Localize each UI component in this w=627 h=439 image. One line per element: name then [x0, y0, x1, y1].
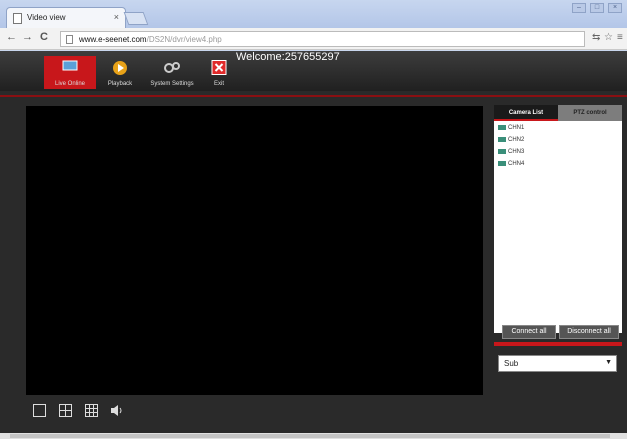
- bookmark-star-icon[interactable]: ☆: [604, 32, 613, 43]
- nav-live-online[interactable]: Live Online: [44, 56, 96, 89]
- nav-playback[interactable]: Playback: [102, 56, 138, 89]
- url-host: www.e-seenet.com: [79, 35, 147, 44]
- disconnect-all-button[interactable]: Disconnect all: [559, 325, 619, 339]
- layout-4-icon[interactable]: [59, 404, 72, 417]
- play-icon: [113, 61, 127, 75]
- camera-icon: [498, 137, 506, 142]
- camera-label: CHN2: [508, 137, 525, 144]
- horizontal-scrollbar[interactable]: [0, 433, 627, 439]
- nav-label: Live Online: [54, 81, 86, 87]
- layout-9-icon[interactable]: [85, 404, 98, 417]
- camera-icon: [498, 149, 506, 154]
- stream-select-value: Sub: [504, 359, 519, 368]
- new-tab-button[interactable]: [123, 12, 149, 25]
- nav-label: System Settings: [150, 81, 194, 87]
- camera-label: CHN3: [508, 149, 525, 156]
- camera-list: CHN1 CHN2 CHN3 CHN4: [494, 121, 622, 333]
- welcome-text: Welcome:257655297: [236, 51, 340, 63]
- header-divider: [0, 95, 627, 97]
- nav-label: Exit: [213, 81, 224, 87]
- page: Welcome:257655297 Live Online Playback S…: [0, 51, 627, 433]
- forward-button[interactable]: →: [22, 31, 33, 43]
- maximize-icon[interactable]: □: [590, 3, 604, 13]
- tab-camera-list[interactable]: Camera List: [494, 105, 558, 121]
- layout-toolbar: [26, 397, 483, 423]
- scrollbar-thumb[interactable]: [10, 434, 610, 438]
- camera-item[interactable]: CHN4: [498, 161, 524, 167]
- top-navigation: Welcome:257655297 Live Online Playback S…: [0, 51, 627, 91]
- camera-item[interactable]: CHN1: [498, 125, 524, 131]
- nav-label: Playback: [107, 81, 133, 87]
- window-close-icon[interactable]: ×: [608, 3, 622, 13]
- page-icon: [66, 35, 73, 44]
- minimize-icon[interactable]: –: [572, 3, 586, 13]
- camera-icon: [498, 161, 506, 166]
- tab-ptz-control[interactable]: PTZ control: [558, 105, 622, 121]
- layout-1-icon[interactable]: [33, 404, 46, 417]
- page-icon: [13, 13, 22, 24]
- tab-title: Video view: [27, 13, 66, 22]
- gears-icon: [164, 62, 180, 73]
- back-button[interactable]: ←: [6, 31, 17, 43]
- camera-icon: [498, 125, 506, 130]
- translate-icon[interactable]: ⇆: [592, 32, 600, 43]
- side-panel: Camera List PTZ control CHN1 CHN2 CHN3 C…: [494, 105, 622, 350]
- nav-exit[interactable]: Exit: [206, 56, 232, 89]
- reload-button[interactable]: C: [40, 31, 48, 43]
- close-icon: [211, 60, 227, 75]
- stream-select[interactable]: Sub ▼: [498, 355, 617, 372]
- camera-label: CHN4: [508, 161, 525, 168]
- camera-label: CHN1: [508, 125, 525, 132]
- camera-item[interactable]: CHN3: [498, 149, 524, 155]
- browser-titlebar: Video view × – □ ×: [0, 0, 627, 29]
- menu-icon[interactable]: ≡: [617, 32, 623, 43]
- panel-tabs: Camera List PTZ control: [494, 105, 622, 121]
- url-text: www.e-seenet.com/DS2N/dvr/view4.php: [79, 35, 222, 44]
- panel-divider: [494, 342, 622, 346]
- browser-tab[interactable]: Video view ×: [6, 7, 126, 29]
- address-bar[interactable]: www.e-seenet.com/DS2N/dvr/view4.php: [60, 31, 585, 47]
- url-path: /DS2N/dvr/view4.php: [146, 35, 222, 44]
- browser-toolbar: ← → C www.e-seenet.com/DS2N/dvr/view4.ph…: [0, 28, 627, 50]
- video-player[interactable]: [26, 106, 483, 395]
- camera-item[interactable]: CHN2: [498, 137, 524, 143]
- chevron-down-icon: ▼: [605, 359, 612, 366]
- monitor-icon: [62, 60, 78, 71]
- connect-all-button[interactable]: Connect all: [502, 325, 556, 339]
- tab-close-icon[interactable]: ×: [114, 12, 119, 22]
- nav-system-settings[interactable]: System Settings: [142, 56, 202, 89]
- speaker-icon[interactable]: [110, 404, 123, 417]
